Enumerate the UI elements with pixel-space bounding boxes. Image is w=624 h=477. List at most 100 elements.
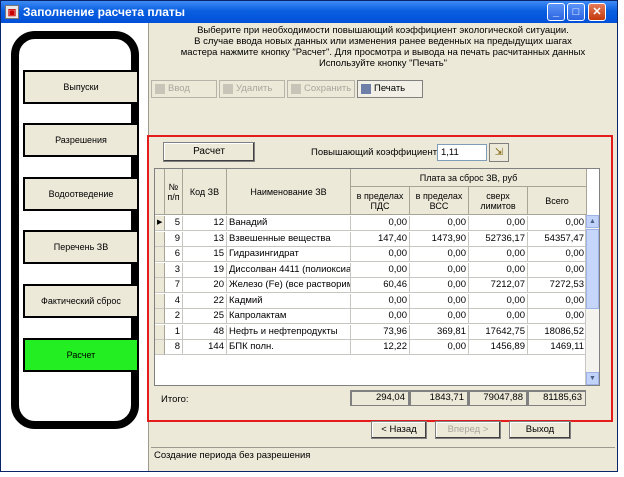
step-fakticheskiy-sbros[interactable]: Фактический сброс <box>23 284 139 318</box>
col-header-pdc[interactable]: в пределах ПДС <box>351 187 410 215</box>
cell-over[interactable]: 7212,07 <box>469 278 528 293</box>
cell-name[interactable]: Диссолван 4411 (полиоксиал <box>227 262 351 278</box>
row-indicator[interactable] <box>155 278 165 293</box>
cell-over[interactable]: 17642,75 <box>469 324 528 340</box>
coefficient-picker-icon[interactable]: ⇲ <box>489 143 509 162</box>
scroll-up-icon[interactable]: ▲ <box>586 215 599 228</box>
cell-total[interactable]: 0,00 <box>528 216 587 231</box>
cell-name[interactable]: Взвешенные вещества <box>227 231 351 247</box>
cell-code[interactable]: 19 <box>183 262 227 278</box>
col-header-total[interactable]: Всего <box>528 187 587 215</box>
cell-pdc[interactable]: 60,46 <box>351 278 410 293</box>
cell-pdc[interactable]: 0,00 <box>351 293 410 309</box>
col-header-code[interactable]: Код ЗВ <box>183 169 227 215</box>
save-button[interactable]: Сохранить <box>287 80 355 98</box>
cell-name[interactable]: Железо (Fe) (все растворимы <box>227 278 351 293</box>
cell-num[interactable]: 9 <box>165 231 183 247</box>
enter-button[interactable]: Ввод <box>151 80 217 98</box>
scroll-thumb[interactable] <box>586 229 599 309</box>
table-row[interactable]: 1 48 Нефть и нефтепродукты 73,96 369,81 17642… <box>155 324 587 340</box>
cell-total[interactable]: 7272,53 <box>528 278 587 293</box>
cell-over[interactable]: 0,00 <box>469 247 528 262</box>
table-row[interactable]: 7 20 Железо (Fe) (все растворимы 60,46 0,00 7… <box>155 278 587 293</box>
cell-name[interactable]: Ванадий <box>227 216 351 231</box>
table-row[interactable]: ▶ 5 12 Ванадий 0,00 0,00 0,00 0,00 <box>155 216 587 231</box>
cell-total[interactable]: 0,00 <box>528 293 587 309</box>
cell-num[interactable]: 1 <box>165 324 183 340</box>
cell-vss[interactable]: 0,00 <box>410 262 469 278</box>
row-indicator[interactable] <box>155 293 165 309</box>
delete-button[interactable]: Удалить <box>219 80 285 98</box>
cell-num[interactable]: 6 <box>165 247 183 262</box>
row-indicator[interactable] <box>155 247 165 262</box>
cell-over[interactable]: 0,00 <box>469 309 528 324</box>
cell-total[interactable]: 18086,52 <box>528 324 587 340</box>
cell-num[interactable]: 2 <box>165 309 183 324</box>
cell-vss[interactable]: 0,00 <box>410 340 469 355</box>
cell-pdc[interactable]: 0,00 <box>351 247 410 262</box>
step-vodootvedenie[interactable]: Водоотведение <box>23 177 139 211</box>
cell-code[interactable]: 13 <box>183 231 227 247</box>
col-header-num[interactable]: № п/п <box>165 169 183 215</box>
cell-over[interactable]: 52736,17 <box>469 231 528 247</box>
cell-vss[interactable]: 0,00 <box>410 216 469 231</box>
scroll-down-icon[interactable]: ▼ <box>586 372 599 385</box>
calculate-button[interactable]: Расчет <box>163 142 255 162</box>
cell-pdc[interactable]: 12,22 <box>351 340 410 355</box>
step-vypuski[interactable]: Выпуски <box>23 70 139 104</box>
close-button[interactable]: ✕ <box>588 3 606 21</box>
cell-vss[interactable]: 369,81 <box>410 324 469 340</box>
cell-pdc[interactable]: 73,96 <box>351 324 410 340</box>
table-row[interactable]: 9 13 Взвешенные вещества 147,40 1473,90 52736… <box>155 231 587 247</box>
next-button[interactable]: Вперед > <box>435 421 501 439</box>
cell-code[interactable]: 22 <box>183 293 227 309</box>
cell-num[interactable]: 4 <box>165 293 183 309</box>
table-row[interactable]: 2 25 Капролактам 0,00 0,00 0,00 0,00 <box>155 309 587 324</box>
current-row-indicator-icon[interactable]: ▶ <box>155 216 165 231</box>
cell-pdc[interactable]: 147,40 <box>351 231 410 247</box>
cell-vss[interactable]: 0,00 <box>410 293 469 309</box>
cell-over[interactable]: 1456,89 <box>469 340 528 355</box>
row-indicator[interactable] <box>155 231 165 247</box>
cell-over[interactable]: 0,00 <box>469 216 528 231</box>
maximize-button[interactable]: □ <box>567 3 585 21</box>
minimize-button[interactable]: _ <box>547 3 565 21</box>
cell-name[interactable]: Капролактам <box>227 309 351 324</box>
cell-num[interactable]: 5 <box>165 216 183 231</box>
table-row[interactable]: 8 144 БПК полн. 12,22 0,00 1456,89 1469,11 <box>155 340 587 355</box>
cell-code[interactable]: 12 <box>183 216 227 231</box>
cell-total[interactable]: 0,00 <box>528 309 587 324</box>
cell-name[interactable]: Гидразингидрат <box>227 247 351 262</box>
table-row[interactable]: 4 22 Кадмий 0,00 0,00 0,00 0,00 <box>155 293 587 309</box>
cell-code[interactable]: 15 <box>183 247 227 262</box>
cell-code[interactable]: 144 <box>183 340 227 355</box>
vertical-scrollbar[interactable]: ▲ ▼ <box>585 215 599 385</box>
cell-over[interactable]: 0,00 <box>469 293 528 309</box>
coefficient-input[interactable]: 1,11 <box>437 144 487 161</box>
cell-vss[interactable]: 0,00 <box>410 278 469 293</box>
step-razresheniya[interactable]: Разрешения <box>23 123 139 157</box>
col-header-vss[interactable]: в пределах ВСС <box>410 187 469 215</box>
table-row[interactable]: 6 15 Гидразингидрат 0,00 0,00 0,00 0,00 <box>155 247 587 262</box>
step-perechen-zv[interactable]: Перечень ЗВ <box>23 230 139 264</box>
title-bar[interactable]: ▣ Заполнение расчета платы _ □ ✕ <box>1 1 617 23</box>
step-raschet[interactable]: Расчет <box>23 338 139 372</box>
cell-num[interactable]: 3 <box>165 262 183 278</box>
cell-num[interactable]: 7 <box>165 278 183 293</box>
cell-name[interactable]: БПК полн. <box>227 340 351 355</box>
back-button[interactable]: < Назад <box>371 421 427 439</box>
cell-total[interactable]: 1469,11 <box>528 340 587 355</box>
cell-num[interactable]: 8 <box>165 340 183 355</box>
cell-total[interactable]: 0,00 <box>528 247 587 262</box>
cell-total[interactable]: 0,00 <box>528 262 587 278</box>
cell-name[interactable]: Нефть и нефтепродукты <box>227 324 351 340</box>
cell-pdc[interactable]: 0,00 <box>351 309 410 324</box>
table-row[interactable]: 3 19 Диссолван 4411 (полиоксиал 0,00 0,00 0,0… <box>155 262 587 278</box>
row-indicator[interactable] <box>155 340 165 355</box>
cell-vss[interactable]: 1473,90 <box>410 231 469 247</box>
cell-code[interactable]: 20 <box>183 278 227 293</box>
row-indicator[interactable] <box>155 309 165 324</box>
cell-pdc[interactable]: 0,00 <box>351 216 410 231</box>
cell-code[interactable]: 25 <box>183 309 227 324</box>
cell-name[interactable]: Кадмий <box>227 293 351 309</box>
